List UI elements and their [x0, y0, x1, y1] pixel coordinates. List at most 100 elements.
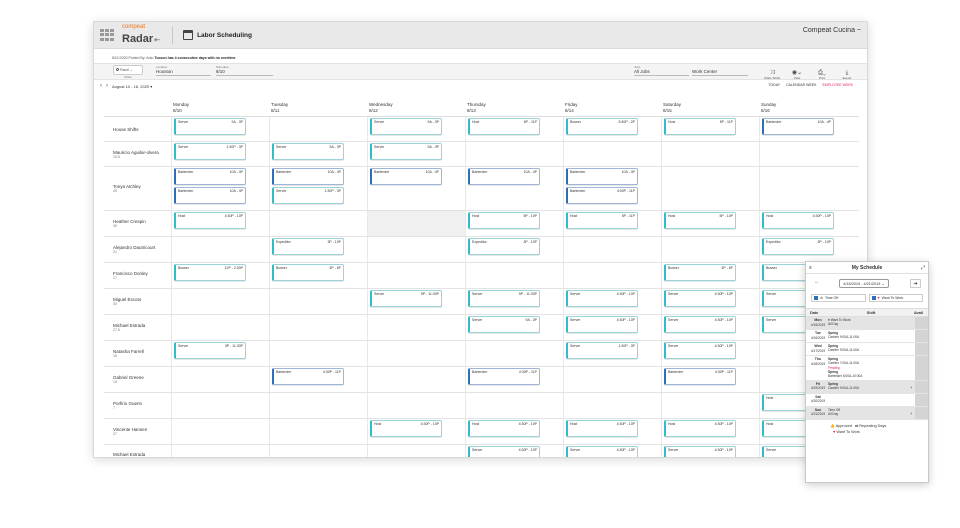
shift-card[interactable]: Host 5P - 11P — [664, 118, 736, 135]
schedule-cell[interactable] — [269, 445, 367, 457]
schedule-cell[interactable]: Server 4:30P - 10P — [661, 315, 759, 340]
company-selector[interactable]: Compeat Cucina ~ — [803, 27, 861, 34]
shift-card[interactable]: Server 4:30P - 10P — [664, 290, 736, 307]
schedule-cell[interactable] — [171, 237, 269, 262]
schedule-cell[interactable]: Server 9A - 3P — [465, 315, 563, 340]
schedule-cell[interactable] — [171, 315, 269, 340]
schedule-cell[interactable]: Host 4:30P - 10P — [661, 419, 759, 444]
schedule-cell[interactable]: Bartender 10A - 4P — [759, 117, 857, 141]
schedule-cell[interactable]: Bartender 4:30P - 11P — [465, 367, 563, 392]
collapse-icon[interactable]: ⇤ — [154, 37, 160, 44]
next-arrow-icon[interactable]: ➔ — [910, 278, 921, 288]
schedule-cell[interactable] — [367, 367, 465, 392]
schedule-cell[interactable]: Server 3P - 11:30P — [171, 341, 269, 366]
shift-card[interactable]: Host 4:30P - 10P — [174, 212, 246, 229]
schedule-cell[interactable]: Bartender 10A - 4P — [465, 167, 563, 210]
view-button[interactable]: ◉⌄ View — [787, 65, 807, 80]
shift-card[interactable]: Host 4:30P - 10P — [566, 420, 638, 437]
time-off-checkbox[interactable]: ⊘ Time Off — [811, 294, 866, 302]
shift-card[interactable]: Bartender 10A - 4P — [370, 168, 442, 185]
schedule-cell[interactable] — [171, 445, 269, 457]
schedule-cell[interactable]: Server 4:30P - 10P — [563, 289, 661, 314]
schedule-cell[interactable] — [269, 315, 367, 340]
schedule-cell[interactable]: Host 5P - 11P — [465, 117, 563, 141]
shift-card[interactable]: Bartender 10A - 4P — [762, 118, 834, 135]
shift-card[interactable]: Server 4:30P - 10P — [468, 446, 540, 457]
shift-card[interactable]: Busser 3P - 6P — [664, 264, 736, 281]
panel-day-row[interactable]: Mon 4/15/2019 ♥ Want To Work All Day — [806, 317, 928, 330]
schedule-cell[interactable]: Host 5P - 11P — [661, 117, 759, 141]
panel-day-row[interactable]: Thu 4/18/2019 Spring Cashier 7:00A-11:00A Pe… — [806, 356, 928, 381]
shift-card[interactable]: Host 4:30P - 10P — [762, 212, 834, 229]
panel-day-row[interactable]: Tue 4/16/2019 Spring Cashier 9:00A-11:00A — [806, 330, 928, 343]
shift-card[interactable]: Host 4:30P - 10P — [370, 420, 442, 437]
schedule-cell[interactable]: Host 4:30P - 10P — [367, 419, 465, 444]
schedule-field[interactable]: Schedule 8/10 — [216, 65, 273, 76]
schedule-cell[interactable]: Host 4:30P - 10P — [465, 419, 563, 444]
schedule-cell[interactable] — [759, 142, 857, 166]
schedule-cell[interactable]: Server 4:30P - 10P — [661, 289, 759, 314]
schedule-cell[interactable] — [269, 341, 367, 366]
schedule-cell[interactable] — [367, 393, 465, 418]
schedule-cell[interactable] — [563, 263, 661, 288]
schedule-cell[interactable] — [171, 419, 269, 444]
schedule-cell[interactable]: Server 4:30P - 10P — [563, 315, 661, 340]
shift-card[interactable]: Server 1:30P - 3P — [272, 187, 344, 204]
share-shifts-button[interactable]: ⤨ Share Shifts — [762, 65, 782, 80]
schedule-cell[interactable]: Server 9A - 3P — [367, 117, 465, 141]
schedule-cell[interactable]: Expeditor 3P - 10P — [269, 237, 367, 262]
print-button[interactable]: ⎙⌄ Print — [812, 65, 832, 80]
schedule-cell[interactable]: Expeditor 3P - 10P — [759, 237, 857, 262]
schedule-cell[interactable]: Server 4:30P - 10P — [563, 445, 661, 457]
export-button[interactable]: ⤓ Export — [837, 65, 857, 80]
schedule-cell[interactable] — [269, 289, 367, 314]
location-field[interactable]: Location Houston — [156, 65, 211, 76]
shift-card[interactable]: Server 5P - 11:30P — [468, 290, 540, 307]
shift-card[interactable]: Server 9A - 3P — [174, 118, 246, 135]
schedule-cell[interactable]: Busser 5:30P - 2P — [563, 117, 661, 141]
schedule-cell[interactable] — [563, 142, 661, 166]
shift-card[interactable]: Server 4:30P - 10P — [566, 290, 638, 307]
schedule-cell[interactable] — [465, 142, 563, 166]
schedule-cell[interactable]: Server 1:30P - 3P — [563, 341, 661, 366]
shift-card[interactable]: Bartender 4:30P - 11P — [664, 368, 736, 385]
schedule-cell[interactable] — [269, 393, 367, 418]
panel-day-row[interactable]: Wed 4/17/2019 Spring Cashier 9:00A-11:00A — [806, 343, 928, 356]
shift-card[interactable]: Expeditor 3P - 10P — [762, 238, 834, 255]
schedule-cell[interactable]: Server 1:30P - 3P — [171, 142, 269, 166]
schedule-cell[interactable] — [269, 419, 367, 444]
shift-card[interactable]: Server 1:30P - 3P — [174, 143, 246, 160]
shift-card[interactable]: Bartender 4:00P - 11P — [566, 187, 638, 204]
panel-day-row[interactable]: Sat 4/20/2019 — [806, 393, 928, 407]
jobs-field[interactable]: Jobs All Jobs — [634, 65, 689, 76]
schedule-cell[interactable]: Bartender 10A - 4P Bartender 4:00P - 11P — [563, 167, 661, 210]
shift-card[interactable]: Bartender 10A - 4P — [468, 168, 540, 185]
schedule-cell[interactable] — [661, 393, 759, 418]
schedule-cell[interactable] — [661, 237, 759, 262]
shift-card[interactable]: Busser 5:30P - 2P — [566, 118, 638, 135]
schedule-cell[interactable]: Busser 3P - 6P — [269, 263, 367, 288]
shift-card[interactable]: Server 4:30P - 10P — [566, 446, 638, 457]
shift-card[interactable]: Host 4:30P - 10P — [468, 420, 540, 437]
shift-card[interactable]: Host 5P - 10P — [664, 212, 736, 229]
schedule-cell[interactable]: Server 4:30P - 10P — [465, 445, 563, 457]
shift-card[interactable]: Host 5P - 11P — [566, 212, 638, 229]
shift-card[interactable]: Server 3P - 11:30P — [174, 342, 246, 359]
shift-card[interactable]: Bartender 10A - 4P — [174, 168, 246, 185]
shift-card[interactable]: Server 4:30P - 10P — [664, 316, 736, 333]
want-to-work-checkbox[interactable]: ♥ Want To Work — [868, 294, 923, 302]
shift-card[interactable]: Busser 12P - 2:30P — [174, 264, 246, 281]
prev-arrow-icon[interactable]: ⇠ — [815, 280, 819, 286]
schedule-cell[interactable]: Bartender 10A - 4P Server 1:30P - 3P — [269, 167, 367, 210]
panel-day-row[interactable]: Sun 4/21/2019 Time Off All Day › — [806, 406, 928, 420]
employee-name[interactable]: House Shifts — [113, 127, 171, 132]
schedule-cell[interactable] — [367, 263, 465, 288]
schedule-cell[interactable] — [465, 341, 563, 366]
schedule-cell[interactable] — [269, 117, 367, 141]
schedule-cell[interactable]: Host 4:30P - 10P — [171, 211, 269, 236]
schedule-cell[interactable] — [465, 263, 563, 288]
schedule-cell[interactable]: Host 5P - 11P — [563, 211, 661, 236]
schedule-cell[interactable] — [367, 237, 465, 262]
schedule-cell[interactable] — [563, 393, 661, 418]
schedule-cell[interactable]: Busser 12P - 2:30P — [171, 263, 269, 288]
